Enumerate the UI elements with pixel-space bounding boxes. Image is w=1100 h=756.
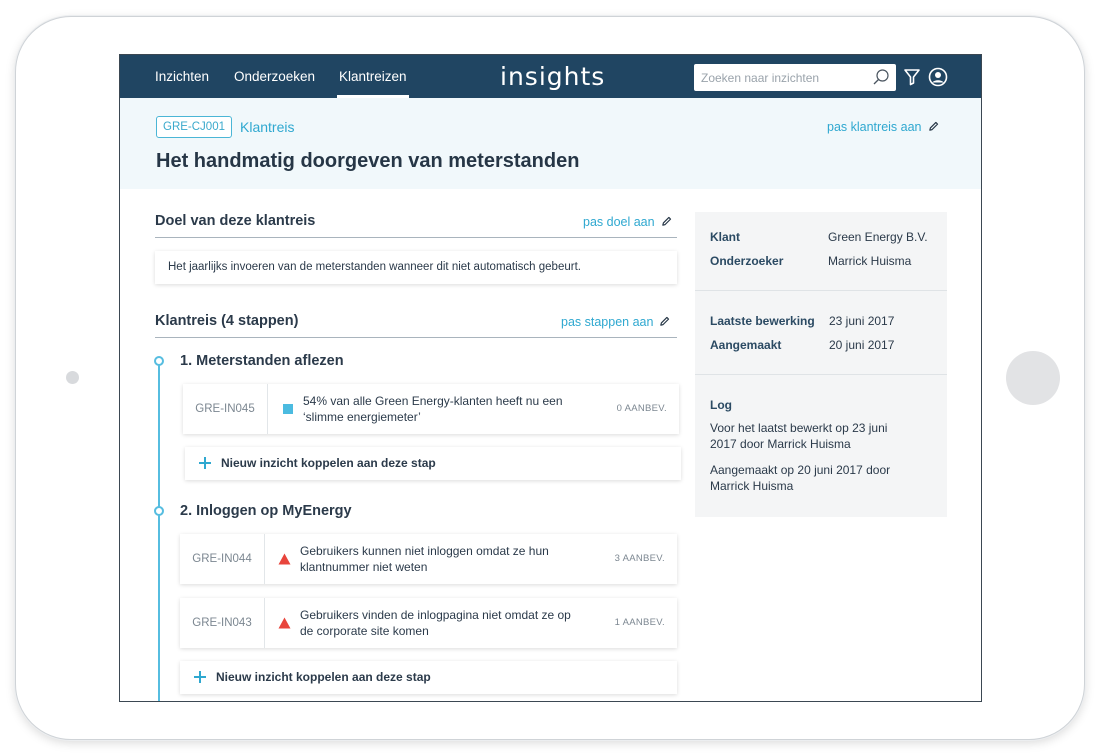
goal-card: Het jaarlijks invoeren van de meterstand… <box>155 251 677 284</box>
side-panel: Klant Green Energy B.V. Onderzoeker Marr… <box>695 212 947 517</box>
insight-count: 1 AANBEV. <box>614 617 665 628</box>
filter-icon[interactable] <box>903 68 921 86</box>
goal-section-title: Doel van deze klantreis <box>155 213 316 229</box>
goal-divider <box>155 237 677 238</box>
timeline-line <box>158 357 160 701</box>
edit-goal-link[interactable]: pas doel aan <box>583 215 672 229</box>
step-title-1: 1. Meterstanden aflezen <box>180 353 344 369</box>
top-navigation: Inzichten Onderzoeken Klantreizen insigh… <box>120 55 981 98</box>
nav-item-onderzoeken[interactable]: Onderzoeken <box>234 69 315 84</box>
insight-code: GRE-IN045 <box>183 384 268 434</box>
created-value: 20 juni 2017 <box>829 338 895 352</box>
insight-code: GRE-IN043 <box>180 598 265 648</box>
step-dot <box>154 506 164 516</box>
last-edited-value: 23 juni 2017 <box>829 314 895 328</box>
plus-icon <box>194 671 206 683</box>
insight-count: 3 AANBEV. <box>614 553 665 564</box>
nav-item-klantreizen[interactable]: Klantreizen <box>337 69 409 98</box>
user-icon[interactable] <box>928 67 948 87</box>
log-entry: Aangemaakt op 20 juni 2017 door Marrick … <box>710 463 891 493</box>
app-logo[interactable]: insights <box>500 62 605 91</box>
last-edited-key: Laatste bewerking <box>710 314 815 328</box>
edit-journey-link[interactable]: pas klantreis aan <box>827 120 939 134</box>
add-insight-label: Nieuw inzicht koppelen aan deze stap <box>216 670 431 684</box>
log-entry: Voor het laatst bewerkt op 23 juni 2017 … <box>710 421 888 451</box>
pencil-icon <box>661 216 671 226</box>
client-key: Klant <box>710 230 740 244</box>
step-dot <box>154 356 164 366</box>
journey-section-title: Klantreis (4 stappen) <box>155 313 299 329</box>
edit-goal-label: pas doel aan <box>583 215 655 229</box>
side-divider <box>695 290 947 291</box>
camera-dot <box>66 371 79 384</box>
plus-icon <box>199 457 211 469</box>
square-icon <box>283 404 293 414</box>
goal-text: Het jaarlijks invoeren van de meterstand… <box>168 261 581 273</box>
insight-text: Gebruikers vinden de inlogpagina niet om… <box>300 608 571 638</box>
page-header: GRE-CJ001 Klantreis pas klantreis aan He… <box>120 98 981 189</box>
insight-text: 54% van alle Green Energy-klanten heeft … <box>303 394 563 424</box>
edit-steps-link[interactable]: pas stappen aan <box>561 315 670 329</box>
insight-card[interactable]: GRE-IN044 Gebruikers kunnen niet inlogge… <box>180 534 677 584</box>
step-title-2: 2. Inloggen op MyEnergy <box>180 503 352 519</box>
add-insight-button-step-2[interactable]: Nieuw inzicht koppelen aan deze stap <box>180 661 677 694</box>
researcher-value[interactable]: Marrick Huisma <box>828 254 911 268</box>
created-key: Aangemaakt <box>710 338 782 352</box>
warning-triangle-icon <box>278 617 291 629</box>
journey-divider <box>155 337 677 338</box>
journey-code-badge: GRE-CJ001 <box>156 116 232 138</box>
client-value: Green Energy B.V. <box>828 230 928 244</box>
log-title: Log <box>710 398 732 412</box>
pencil-icon <box>660 316 670 326</box>
pencil-icon <box>928 121 938 131</box>
search-box <box>694 64 896 91</box>
home-button[interactable] <box>1006 351 1060 405</box>
insight-count: 0 AANBEV. <box>616 403 667 414</box>
warning-triangle-icon <box>278 553 291 565</box>
add-insight-label: Nieuw inzicht koppelen aan deze stap <box>221 456 436 470</box>
insight-card[interactable]: GRE-IN043 Gebruikers vinden de inlogpagi… <box>180 598 677 648</box>
edit-steps-label: pas stappen aan <box>561 315 654 329</box>
app-screen: Inzichten Onderzoeken Klantreizen insigh… <box>119 54 982 702</box>
journey-type-label: Klantreis <box>240 119 295 135</box>
edit-journey-label: pas klantreis aan <box>827 120 922 134</box>
insight-text: Gebruikers kunnen niet inloggen omdat ze… <box>300 544 549 574</box>
researcher-key: Onderzoeker <box>710 254 784 268</box>
search-input[interactable] <box>694 64 864 91</box>
insight-code: GRE-IN044 <box>180 534 265 584</box>
page-title: Het handmatig doorgeven van meterstanden <box>156 150 580 172</box>
side-divider <box>695 374 947 375</box>
add-insight-button-step-1[interactable]: Nieuw inzicht koppelen aan deze stap <box>185 447 681 480</box>
nav-item-inzichten[interactable]: Inzichten <box>155 69 209 84</box>
insight-card[interactable]: GRE-IN045 54% van alle Green Energy-klan… <box>183 384 679 434</box>
search-icon[interactable] <box>872 68 890 86</box>
